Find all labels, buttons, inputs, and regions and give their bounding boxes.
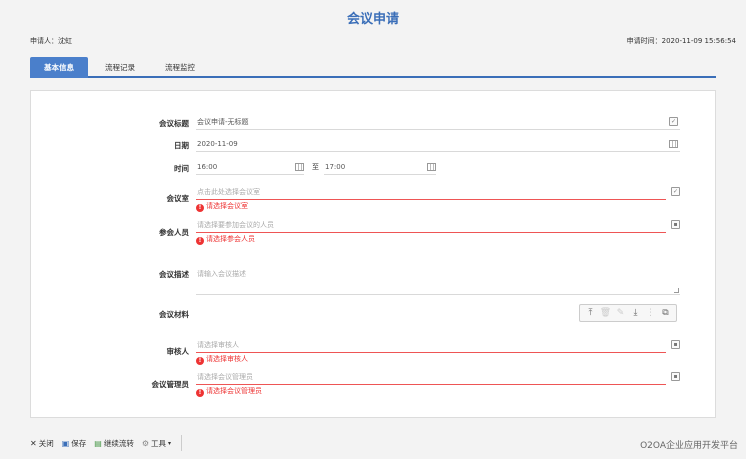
tab-flow-records[interactable]: 流程记录 xyxy=(90,57,150,78)
check-icon[interactable]: ✓ xyxy=(669,117,678,126)
desc-label: 会议描述 xyxy=(159,270,189,279)
start-time-input[interactable]: 16:00 xyxy=(196,161,304,175)
form-panel: 会议标题 会议申请-无标题 ✓ 日期 2020-11-09 时间 16:00 至… xyxy=(30,90,716,418)
attachment-toolbar: ⤒ 🗑 ✎ ⤓ ⋮ ⧉ xyxy=(579,304,677,322)
view-list-icon[interactable]: ⋮ xyxy=(645,307,657,319)
end-calendar-icon[interactable] xyxy=(427,163,436,171)
tools-button[interactable]: ⚙ 工具 ▾ xyxy=(142,438,171,449)
gear-icon: ⚙ xyxy=(141,438,149,448)
subject-value: 会议申请-无标题 xyxy=(197,118,249,126)
end-time-value: 17:00 xyxy=(325,163,346,171)
manager-input[interactable]: 请选择会议管理员 ▪ xyxy=(196,371,680,385)
auditor-error: ! 请选择审核人 xyxy=(196,354,248,365)
date-label: 日期 xyxy=(174,141,189,150)
room-input[interactable]: 点击此处选择会议室 ✓ xyxy=(196,186,680,200)
page-title: 会议申请 xyxy=(346,12,399,27)
manager-placeholder: 请选择会议管理员 xyxy=(197,373,253,381)
flow-icon: ▤ xyxy=(94,438,102,448)
date-input[interactable]: 2020-11-09 xyxy=(196,138,680,152)
to-label: 至 xyxy=(312,163,319,171)
upload-icon[interactable]: ⤒ xyxy=(585,307,597,319)
applicant-info: 申请人：沈虹 xyxy=(30,37,72,45)
apply-time: 申请时间：2020-11-09 15:56:54 xyxy=(626,37,736,45)
watermark: O2OA企业应用开发平台 xyxy=(640,441,738,451)
resize-handle[interactable] xyxy=(674,288,679,293)
chevron-down-icon: ▾ xyxy=(168,439,172,447)
attendees-error: ! 请选择参会人员 xyxy=(196,234,255,245)
person-picker-icon[interactable]: ▪ xyxy=(671,220,680,229)
error-icon: ! xyxy=(196,357,204,365)
error-icon: ! xyxy=(196,389,204,397)
room-placeholder: 点击此处选择会议室 xyxy=(197,188,260,196)
auditor-label: 审核人 xyxy=(166,347,190,356)
attendees-placeholder: 请选择要参加会议的人员 xyxy=(197,221,274,229)
divider xyxy=(181,435,183,451)
manager-label: 会议管理员 xyxy=(151,380,190,389)
start-calendar-icon[interactable] xyxy=(295,163,304,171)
close-icon: ✕ xyxy=(30,438,37,448)
time-label: 时间 xyxy=(174,164,189,173)
tab-flow-monitor[interactable]: 流程监控 xyxy=(150,57,210,78)
auditor-picker-icon[interactable]: ▪ xyxy=(671,340,680,349)
attendees-input[interactable]: 请选择要参加会议的人员 ▪ xyxy=(196,219,680,233)
subject-input[interactable]: 会议申请-无标题 ✓ xyxy=(196,116,680,130)
manager-picker-icon[interactable]: ▪ xyxy=(671,372,680,381)
save-icon: ▣ xyxy=(61,438,70,448)
auditor-input[interactable]: 请选择审核人 ▪ xyxy=(196,339,680,353)
tab-bar: 基本信息 流程记录 流程监控 xyxy=(30,57,716,78)
room-label: 会议室 xyxy=(166,194,190,203)
error-icon: ! xyxy=(196,204,204,212)
close-button[interactable]: ✕ 关闭 xyxy=(30,438,54,449)
room-error: ! 请选择会议室 xyxy=(196,201,248,212)
calendar-icon[interactable] xyxy=(669,140,678,148)
auditor-placeholder: 请选择审核人 xyxy=(197,341,239,349)
continue-flow-button[interactable]: ▤ 继续流转 xyxy=(94,438,134,449)
open-external-icon[interactable]: ⧉ xyxy=(660,307,672,319)
delete-icon[interactable]: 🗑 xyxy=(600,307,612,319)
manager-error: ! 请选择会议管理员 xyxy=(196,386,262,397)
tab-basic-info[interactable]: 基本信息 xyxy=(30,57,88,78)
error-icon: ! xyxy=(196,237,204,245)
end-time-input[interactable]: 17:00 xyxy=(324,161,436,175)
date-value: 2020-11-09 xyxy=(197,140,238,148)
subject-label: 会议标题 xyxy=(159,119,189,128)
room-check-icon[interactable]: ✓ xyxy=(671,187,680,196)
desc-textarea[interactable]: 请输入会议描述 xyxy=(196,269,680,295)
bottom-toolbar: ✕ 关闭 ▣ 保存 ▤ 继续流转 ⚙ 工具 ▾ xyxy=(30,432,183,454)
start-time-value: 16:00 xyxy=(197,163,218,171)
materials-label: 会议材料 xyxy=(159,310,189,319)
save-button[interactable]: ▣ 保存 xyxy=(62,438,87,449)
desc-placeholder: 请输入会议描述 xyxy=(197,270,246,278)
download-icon[interactable]: ⤓ xyxy=(630,307,642,319)
edit-icon[interactable]: ✎ xyxy=(615,307,627,319)
attendees-label: 参会人员 xyxy=(159,228,189,237)
